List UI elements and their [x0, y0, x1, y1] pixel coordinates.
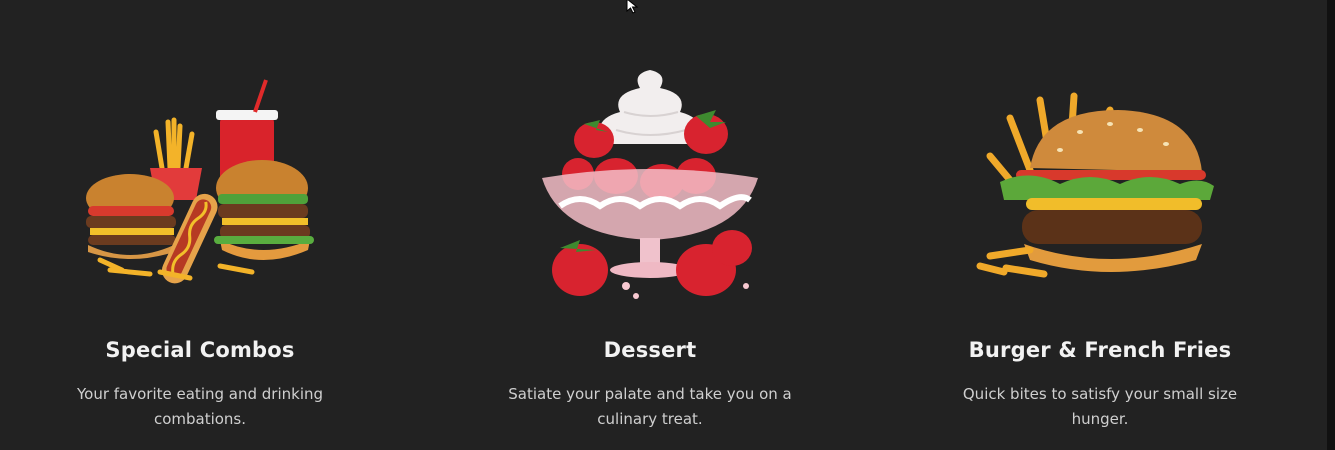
food-categories-section: Special Combos Your favorite eating and …: [0, 0, 1335, 450]
category-card-dessert[interactable]: Dessert Satiate your palate and take you…: [440, 0, 860, 450]
category-card-burger-fries[interactable]: Burger & French Fries Quick bites to sat…: [890, 0, 1310, 450]
card-description: Satiate your palate and take you on a cu…: [508, 385, 792, 428]
card-title: Special Combos: [105, 338, 295, 362]
page-edge: [1327, 0, 1335, 450]
burger-fries-icon: [970, 60, 1230, 310]
card-description: Your favorite eating and drinking combat…: [76, 385, 324, 428]
card-title: Burger & French Fries: [968, 338, 1232, 362]
card-title: Dessert: [603, 338, 697, 362]
strawberry-dessert-icon: [520, 60, 780, 310]
mouse-cursor-icon: [626, 0, 639, 14]
category-card-special-combos[interactable]: Special Combos Your favorite eating and …: [0, 0, 410, 450]
combo-meal-icon: [70, 60, 330, 310]
card-description: Quick bites to satisfy your small size h…: [962, 385, 1238, 428]
